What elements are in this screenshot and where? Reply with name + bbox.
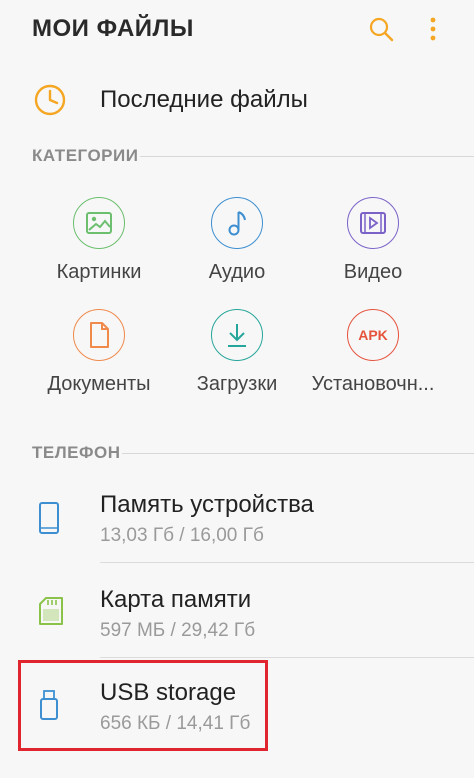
category-label: Видео bbox=[343, 261, 403, 283]
image-icon bbox=[73, 197, 125, 249]
category-installers[interactable]: APK Установочн... bbox=[298, 309, 448, 396]
list-divider bbox=[100, 562, 474, 563]
category-label: Установочн... bbox=[311, 373, 435, 395]
phone-icon bbox=[38, 501, 60, 540]
app-header: МОИ ФАЙЛЫ bbox=[0, 0, 474, 58]
category-label: Загрузки bbox=[196, 373, 278, 395]
category-audio[interactable]: Аудио bbox=[162, 197, 312, 284]
page-title: МОИ ФАЙЛЫ bbox=[32, 15, 194, 42]
more-vert-icon[interactable] bbox=[418, 14, 448, 44]
category-label: Аудио bbox=[208, 261, 266, 283]
storage-device-memory[interactable]: Память устройства 13,03 Гб / 16,00 Гб bbox=[0, 477, 474, 563]
search-icon[interactable] bbox=[366, 14, 396, 44]
apk-icon-text: APK bbox=[358, 327, 388, 343]
storage-name: Память устройства bbox=[100, 491, 314, 518]
category-downloads[interactable]: Загрузки bbox=[162, 309, 312, 396]
category-video[interactable]: Видео bbox=[298, 197, 448, 284]
section-divider bbox=[140, 156, 474, 157]
phone-section-title: ТЕЛЕФОН bbox=[32, 443, 121, 462]
recent-files-item[interactable]: Последние файлы bbox=[0, 70, 474, 130]
music-note-icon bbox=[211, 197, 263, 249]
category-documents[interactable]: Документы bbox=[24, 309, 174, 396]
section-divider bbox=[122, 453, 474, 454]
storage-memory-card[interactable]: Карта памяти 597 МБ / 29,42 Гб bbox=[0, 572, 474, 658]
clock-icon bbox=[32, 82, 68, 123]
storage-size: 597 МБ / 29,42 Гб bbox=[100, 620, 256, 641]
category-label: Картинки bbox=[56, 261, 142, 283]
recent-files-label: Последние файлы bbox=[100, 86, 308, 113]
storage-name: Карта памяти bbox=[100, 586, 252, 613]
categories-section-title: КАТЕГОРИИ bbox=[32, 146, 139, 165]
usb-storage-highlight-box bbox=[18, 660, 268, 751]
download-icon bbox=[211, 309, 263, 361]
category-images[interactable]: Картинки bbox=[24, 197, 174, 284]
apk-icon: APK bbox=[347, 309, 399, 361]
storage-size: 13,03 Гб / 16,00 Гб bbox=[100, 525, 264, 546]
sd-card-icon bbox=[38, 596, 64, 631]
document-icon bbox=[73, 309, 125, 361]
video-icon bbox=[347, 197, 399, 249]
list-divider bbox=[100, 657, 474, 658]
category-label: Документы bbox=[47, 373, 151, 395]
